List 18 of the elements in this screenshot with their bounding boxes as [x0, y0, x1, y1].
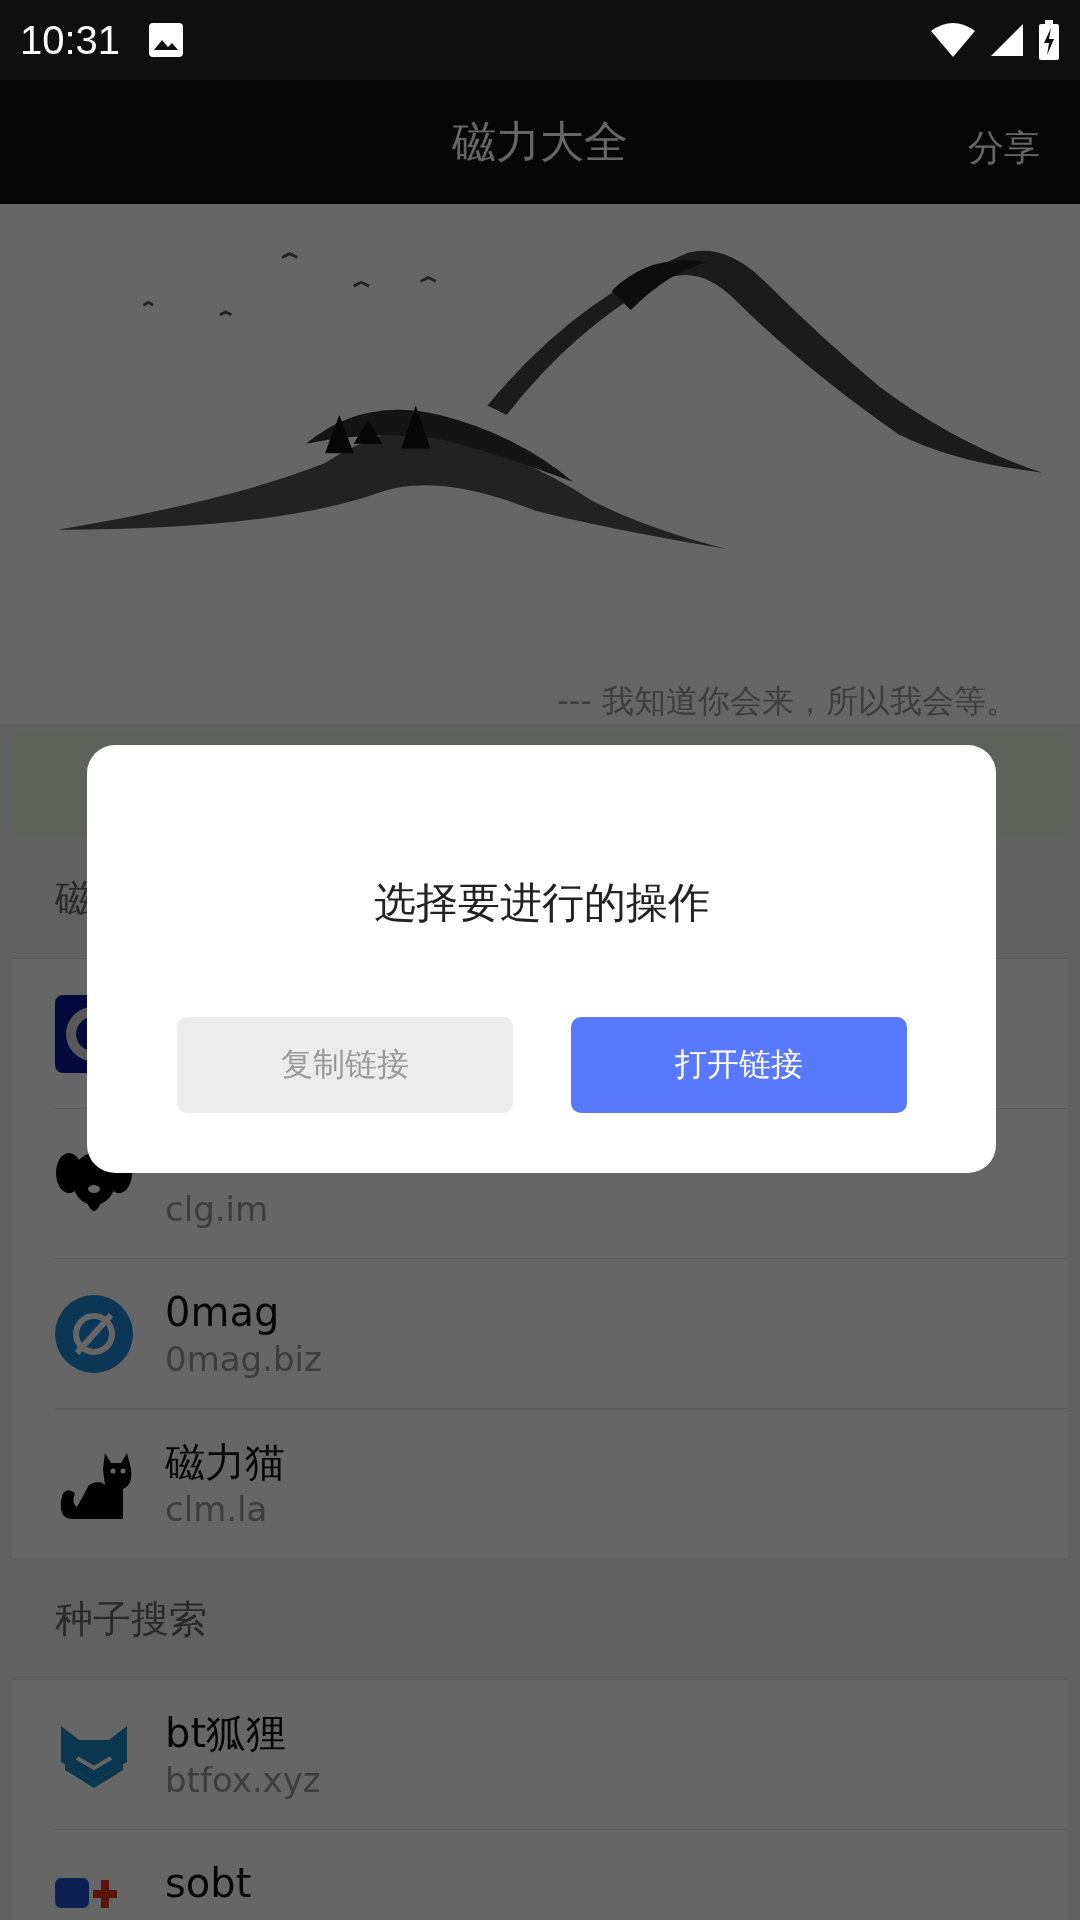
image-icon	[148, 22, 185, 58]
b-plus-logo-icon	[55, 1878, 117, 1908]
empty-set-icon	[55, 1295, 133, 1373]
battery-charging-icon	[1038, 20, 1060, 60]
app-title: 磁力大全	[452, 114, 628, 169]
share-button[interactable]: 分享	[968, 116, 1040, 181]
site-name: sobt	[165, 1859, 252, 1908]
copy-link-button[interactable]: 复制链接	[176, 1017, 513, 1113]
open-link-button[interactable]: 打开链接	[570, 1017, 907, 1113]
status-time: 10:31	[20, 17, 121, 63]
site-name: 0mag	[165, 1288, 281, 1337]
site-name: bt狐狸	[165, 1709, 288, 1758]
signal-icon	[990, 23, 1024, 57]
section-title: 种子搜索	[55, 1595, 207, 1643]
site-name: 磁力猫	[165, 1438, 285, 1487]
dialog-title: 选择要进行的操作	[373, 877, 710, 929]
wifi-icon	[930, 22, 976, 58]
site-item[interactable]: sobt	[55, 1830, 1068, 1920]
